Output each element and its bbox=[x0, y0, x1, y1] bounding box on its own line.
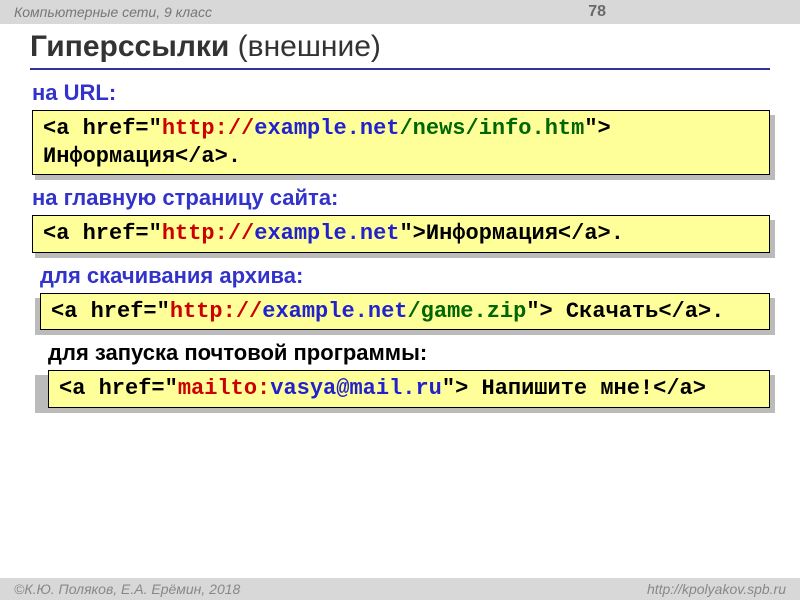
code-host: vasya@mail.ru bbox=[270, 376, 442, 401]
code-path: /news/info.htm bbox=[399, 116, 584, 141]
section-label-homepage: на главную страницу сайта: bbox=[30, 185, 770, 211]
code-scheme: mailto: bbox=[178, 376, 270, 401]
codebox-download: <a href="http://example.net/game.zip"> С… bbox=[30, 293, 770, 331]
code-text: "> Скачать</a>. bbox=[526, 299, 724, 324]
title-bold: Гиперссылки bbox=[30, 30, 229, 63]
footer-copyright: ©К.Ю. Поляков, Е.А. Ерёмин, 2018 bbox=[14, 578, 240, 600]
course-title: Компьютерные сети, 9 класс bbox=[14, 0, 212, 24]
footer-url: http://kpolyakov.spb.ru bbox=[647, 578, 786, 600]
code-download: <a href="http://example.net/game.zip"> С… bbox=[40, 293, 770, 331]
section-label-download: для скачивания архива: bbox=[30, 263, 770, 289]
code-scheme: http:// bbox=[162, 221, 254, 246]
code-homepage: <a href="http://example.net">Информация<… bbox=[32, 215, 770, 253]
code-text: ">Информация</a>. bbox=[399, 221, 623, 246]
page-number: 78 bbox=[588, 0, 786, 24]
codebox-mailto: <a href="mailto:vasya@mail.ru"> Напишите… bbox=[30, 370, 770, 408]
code-path: /game.zip bbox=[407, 299, 526, 324]
slide-header: Компьютерные сети, 9 класс 78 bbox=[0, 0, 800, 24]
code-scheme: http:// bbox=[162, 116, 254, 141]
code-text: <a href=" bbox=[43, 221, 162, 246]
section-label-url: на URL: bbox=[30, 80, 770, 106]
code-text: <a href=" bbox=[59, 376, 178, 401]
slide-content: Гиперссылки (внешние) на URL: <a href="h… bbox=[0, 24, 800, 408]
code-text: <a href=" bbox=[51, 299, 170, 324]
code-host: example.net bbox=[254, 221, 399, 246]
code-host: example.net bbox=[254, 116, 399, 141]
code-mailto: <a href="mailto:vasya@mail.ru"> Напишите… bbox=[48, 370, 770, 408]
code-url: <a href="http://example.net/news/info.ht… bbox=[32, 110, 770, 175]
slide-title: Гиперссылки (внешние) bbox=[30, 30, 770, 70]
section-label-mailto: для запуска почтовой программы: bbox=[30, 340, 770, 366]
slide-footer: ©К.Ю. Поляков, Е.А. Ерёмин, 2018 http://… bbox=[0, 578, 800, 600]
code-text: "> Напишите мне!</a> bbox=[442, 376, 706, 401]
code-scheme: http:// bbox=[170, 299, 262, 324]
slide: Компьютерные сети, 9 класс 78 Гиперссылк… bbox=[0, 0, 800, 600]
codebox-url: <a href="http://example.net/news/info.ht… bbox=[30, 110, 770, 175]
code-host: example.net bbox=[262, 299, 407, 324]
codebox-homepage: <a href="http://example.net">Информация<… bbox=[30, 215, 770, 253]
title-rest: (внешние) bbox=[229, 30, 381, 63]
code-text: <a href=" bbox=[43, 116, 162, 141]
